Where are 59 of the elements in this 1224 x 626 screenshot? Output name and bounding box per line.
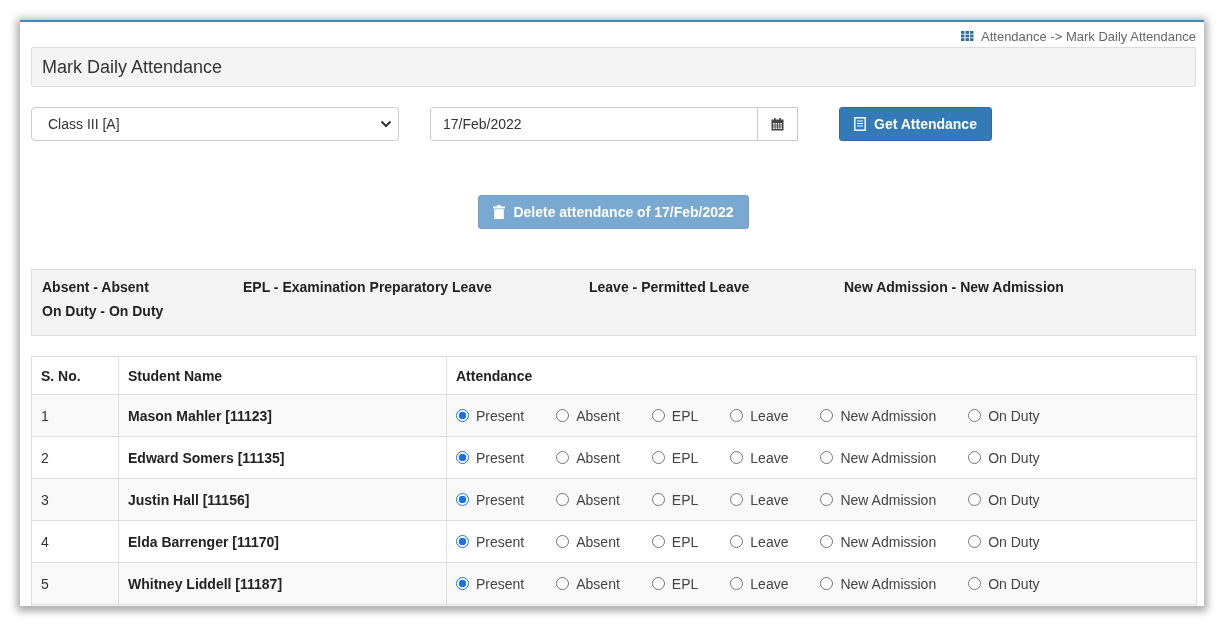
attendance-radio[interactable]: Leave bbox=[730, 449, 789, 466]
legend-item: Leave - Permitted Leave bbox=[589, 279, 751, 295]
attendance-radio[interactable]: Present bbox=[456, 449, 525, 466]
attendance-radio[interactable]: EPL bbox=[651, 533, 699, 550]
trash-icon bbox=[493, 205, 506, 219]
attendance-radio[interactable]: On Duty bbox=[968, 407, 1040, 424]
student-name: Justin Hall [11156] bbox=[118, 478, 447, 521]
column-header: Student Name bbox=[118, 356, 447, 395]
attendance-radio[interactable]: Absent bbox=[556, 533, 620, 550]
attendance-radio[interactable]: New Admission bbox=[820, 491, 937, 508]
column-header: Attendance bbox=[446, 356, 1197, 395]
table-cell: 2 bbox=[31, 436, 119, 479]
student-name: Mason Mahler [11123] bbox=[118, 394, 447, 437]
date-field[interactable]: 17/Feb/2022 bbox=[430, 107, 758, 141]
attendance-radio[interactable]: Absent bbox=[556, 449, 620, 466]
attendance-radio[interactable]: Present bbox=[456, 491, 525, 508]
attendance-radio[interactable]: Present bbox=[456, 407, 525, 424]
legend-item: New Admission - New Admission bbox=[844, 279, 1065, 295]
attendance-radio[interactable]: Leave bbox=[730, 575, 789, 592]
attendance-radio[interactable]: New Admission bbox=[820, 449, 937, 466]
legend-item: Absent - Absent bbox=[42, 279, 150, 295]
attendance-radio[interactable]: On Duty bbox=[968, 533, 1040, 550]
chevron-down-icon bbox=[380, 120, 392, 128]
attendance-radio[interactable]: On Duty bbox=[968, 449, 1040, 466]
column-header: S. No. bbox=[31, 356, 119, 395]
attendance-radio[interactable]: Leave bbox=[730, 533, 789, 550]
list-icon bbox=[854, 117, 866, 131]
table-cell: 1 bbox=[31, 394, 119, 437]
attendance-radio[interactable]: EPL bbox=[651, 575, 699, 592]
attendance-radio[interactable]: Absent bbox=[556, 407, 620, 424]
student-name: Edward Somers [11135] bbox=[118, 436, 447, 479]
student-name: Elda Barrenger [11170] bbox=[118, 520, 447, 563]
student-name: Whitney Liddell [11187] bbox=[118, 562, 447, 605]
page-title: Mark Daily Attendance bbox=[42, 56, 223, 78]
table-cell: 3 bbox=[31, 478, 119, 521]
legend-item: EPL - Examination Preparatory Leave bbox=[243, 279, 493, 295]
legend-item: On Duty - On Duty bbox=[42, 303, 165, 319]
attendance-radio[interactable]: EPL bbox=[651, 407, 699, 424]
attendance-radio[interactable]: On Duty bbox=[968, 575, 1040, 592]
attendance-radio[interactable]: EPL bbox=[651, 491, 699, 508]
attendance-radio[interactable]: Leave bbox=[730, 407, 789, 424]
attendance-radio[interactable]: New Admission bbox=[820, 575, 937, 592]
attendance-radio[interactable]: EPL bbox=[651, 449, 699, 466]
attendance-radio[interactable]: Absent bbox=[556, 575, 620, 592]
attendance-radio[interactable]: Leave bbox=[730, 491, 789, 508]
get-attendance-button[interactable]: Get Attendance bbox=[839, 107, 992, 141]
table-cell: 4 bbox=[31, 520, 119, 563]
attendance-radio[interactable]: Present bbox=[456, 533, 525, 550]
attendance-radio[interactable]: Absent bbox=[556, 491, 620, 508]
attendance-radio[interactable]: Present bbox=[456, 575, 525, 592]
breadcrumb: Attendance -> Mark Daily Attendance bbox=[981, 28, 1196, 44]
table-cell: 5 bbox=[31, 562, 119, 605]
calendar-icon bbox=[771, 117, 784, 131]
class-select[interactable]: Class III [A] bbox=[31, 107, 399, 141]
grid-icon bbox=[961, 31, 974, 41]
attendance-radio[interactable]: On Duty bbox=[968, 491, 1040, 508]
calendar-button[interactable] bbox=[758, 107, 798, 141]
attendance-radio[interactable]: New Admission bbox=[820, 533, 937, 550]
attendance-radio[interactable]: New Admission bbox=[820, 407, 937, 424]
